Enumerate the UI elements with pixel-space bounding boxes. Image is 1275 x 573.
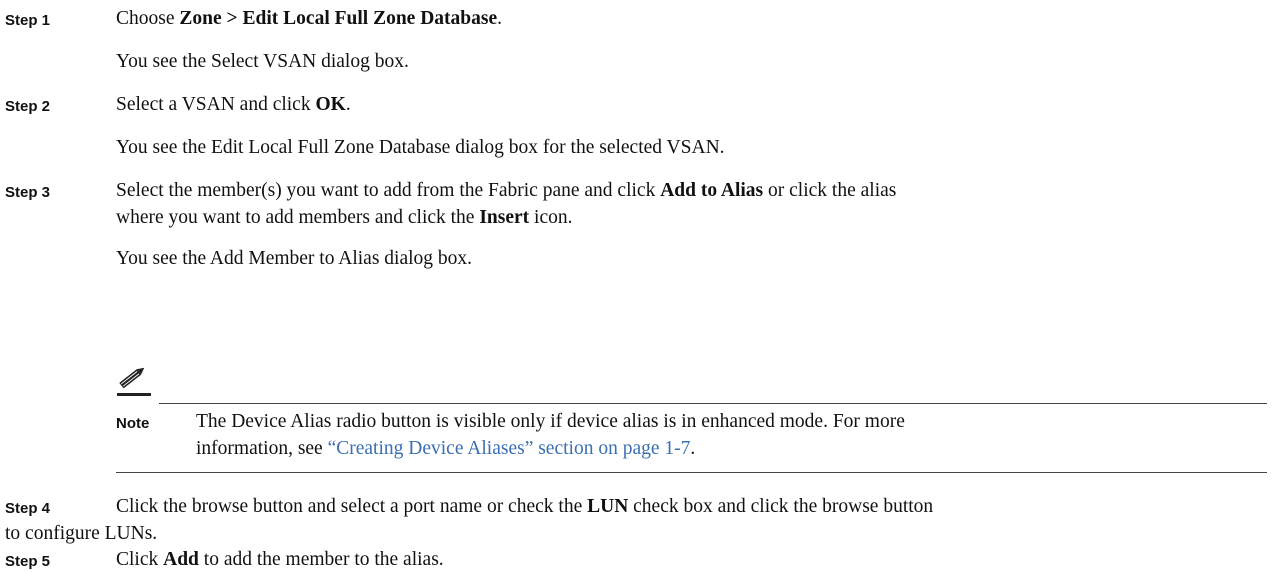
- step-5-text-post: to add the member to the alias.: [198, 549, 444, 570]
- step-3-line2-pre: where you want to add members and click …: [116, 207, 480, 228]
- step-3-line1-pre: Select the member(s) you want to add fro…: [116, 180, 661, 201]
- step-4-line1-post: check box and click the browse button: [628, 496, 934, 517]
- step-5-add: Add: [163, 549, 199, 570]
- note-line2-post: .: [690, 438, 696, 459]
- step-3-insert: Insert: [479, 207, 530, 228]
- step-5-text-pre: Click: [116, 549, 164, 570]
- step-2-text-pre: Select a VSAN and click: [116, 94, 316, 115]
- step-2-result: You see the Edit Local Full Zone Databas…: [116, 137, 725, 158]
- step-3-line2-post: icon.: [529, 207, 573, 228]
- step-2-instruction: Select a VSAN and click OK.: [116, 92, 351, 118]
- step-3-line1-post: or click the alias: [763, 180, 897, 201]
- step-1-menu-zone: Zone: [179, 8, 222, 29]
- creating-device-aliases-link[interactable]: “Creating Device Aliases” section on pag…: [328, 438, 691, 459]
- step-4-lun: LUN: [587, 496, 629, 517]
- step-4-line1-pre: Click the browse button and select a por…: [116, 496, 588, 517]
- step-5-label: Step 5: [5, 553, 51, 570]
- step-1-text-post: .: [497, 8, 502, 29]
- step-2-ok: OK: [315, 94, 346, 115]
- step-1-text-pre: Choose: [116, 8, 180, 29]
- step-1-result: You see the Select VSAN dialog box.: [116, 51, 409, 72]
- step-1-menu-edit-db: Edit Local Full Zone Database: [242, 8, 498, 29]
- note-top-rule: [159, 403, 1267, 404]
- note-text-line1: The Device Alias radio button is visible…: [196, 411, 905, 432]
- step-4-label: Step 4: [5, 500, 51, 517]
- step-1-label: Step 1: [5, 12, 51, 29]
- step-3-instruction-line1: Select the member(s) you want to add fro…: [116, 178, 896, 204]
- step-2-label: Step 2: [5, 98, 51, 115]
- note-line2-pre: information, see: [196, 438, 328, 459]
- step-3-result: You see the Add Member to Alias dialog b…: [116, 248, 473, 269]
- step-3-label: Step 3: [5, 184, 51, 201]
- step-3-add-to-alias: Add to Alias: [660, 180, 764, 201]
- step-1-instruction: Choose Zone > Edit Local Full Zone Datab…: [116, 6, 502, 32]
- note-text-line2: information, see “Creating Device Aliase…: [196, 436, 695, 462]
- step-2-text-post: .: [345, 94, 351, 115]
- step-3-instruction-line2: where you want to add members and click …: [116, 205, 573, 231]
- step-1-menu-separator: >: [221, 8, 243, 29]
- note-label: Note: [116, 415, 150, 432]
- step-5-instruction: Click Add to add the member to the alias…: [116, 547, 444, 573]
- note-bottom-rule: [116, 472, 1267, 473]
- pencil-note-icon: [117, 367, 151, 396]
- step-4-instruction-line2: to configure LUNs.: [5, 523, 158, 544]
- step-4-instruction-line1: Click the browse button and select a por…: [116, 494, 933, 520]
